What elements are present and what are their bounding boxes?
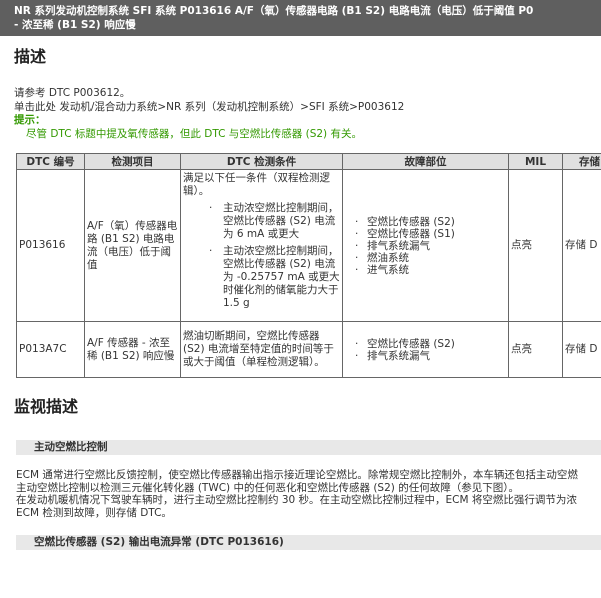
dtc-code-cell: P013A7C xyxy=(16,321,85,378)
page-title-line2: - 浓至稀 (B1 S2) 响应慢 xyxy=(14,19,136,31)
detection-item-cell: A/F（氧）传感器电路 (B1 S2) 电路电流（电压）低于阈值 xyxy=(84,169,181,322)
condition-intro: 满足以下任一条件（双程检测逻辑）。 xyxy=(183,172,330,197)
trouble-area-item: 燃油系统 xyxy=(345,252,506,264)
table-header-row: DTC 编号 检测项目 DTC 检测条件 故障部位 MIL 存储 xyxy=(16,153,601,170)
trouble-area-item: 空燃比传感器 (S1) xyxy=(345,228,506,240)
table-row: P013616 A/F（氧）传感器电路 (B1 S2) 电路电流（电压）低于阈值… xyxy=(16,169,601,322)
description-heading: 描述 xyxy=(14,47,47,66)
reference-text: 请参考 DTC P003612。 xyxy=(14,87,131,99)
dtc-table: DTC 编号 检测项目 DTC 检测条件 故障部位 MIL 存储 P013616… xyxy=(16,153,601,378)
subsection-sensor-output-abnormal: 空燃比传感器 (S2) 输出电流异常 (DTC P013616) xyxy=(16,535,601,550)
monitor-heading: 监视描述 xyxy=(14,397,79,416)
monitor-text-line: 主动空燃比控制以检测三元催化转化器 (TWC) 中的任何恶化和空燃比传感器 (S… xyxy=(16,481,519,494)
trouble-area-item: 排气系统漏气 xyxy=(345,350,506,362)
monitor-text-line: ECM 检测到故障，则存储 DTC。 xyxy=(16,506,172,519)
column-header-dtc-code: DTC 编号 xyxy=(16,153,85,170)
hint-label: 提示： xyxy=(14,114,46,126)
column-header-memory: 存储 xyxy=(562,153,601,170)
trouble-area-cell: 空燃比传感器 (S2) 空燃比传感器 (S1) 排气系统漏气 燃油系统 进气系统 xyxy=(342,169,509,322)
trouble-area-item: 空燃比传感器 (S2) xyxy=(345,338,506,350)
detection-condition-cell: 满足以下任一条件（双程检测逻辑）。 主动浓空燃比控制期间，空燃比传感器 (S2)… xyxy=(180,169,343,322)
subsection-active-air-fuel-control: 主动空燃比控制 xyxy=(16,440,601,455)
column-header-detection-item: 检测项目 xyxy=(84,153,181,170)
trouble-area-item: 空燃比传感器 (S2) xyxy=(345,216,506,228)
condition-item: 主动浓空燃比控制期间，空燃比传感器 (S2) 电流为 -0.25757 mA 或… xyxy=(183,245,340,310)
detection-item-cell: A/F 传感器 - 浓至稀 (B1 S2) 响应慢 xyxy=(84,321,181,378)
column-header-mil: MIL xyxy=(508,153,563,170)
trouble-area-item: 排气系统漏气 xyxy=(345,240,506,252)
navigation-link[interactable]: 单击此处 发动机/混合动力系统>NR 系列（发动机控制系统）>SFI 系统>P0… xyxy=(0,100,601,114)
memory-cell: 存储 D xyxy=(562,169,601,322)
monitor-text-line: 在发动机暖机情况下驾驶车辆时，进行主动空燃比控制约 30 秒。在主动空燃比控制过… xyxy=(16,494,577,506)
trouble-area-item: 进气系统 xyxy=(345,264,506,276)
page-title-line1: NR 系列发动机控制系统 SFI 系统 P013616 A/F（氧）传感器电路 … xyxy=(14,5,534,17)
detection-condition-cell: 燃油切断期间，空燃比传感器 (S2) 电流增至特定值的时间等于或大于阈值（单程检… xyxy=(180,321,343,378)
column-header-trouble-area: 故障部位 xyxy=(342,153,509,170)
condition-item: 主动浓空燃比控制期间，空燃比传感器 (S2) 电流为 6 mA 或更大 xyxy=(183,202,340,241)
column-header-detection-condition: DTC 检测条件 xyxy=(180,153,343,170)
hint-text: 尽管 DTC 标题中提及氧传感器，但此 DTC 与空燃比传感器 (S2) 有关。 xyxy=(26,128,362,140)
mil-cell: 点亮 xyxy=(508,321,563,378)
trouble-area-cell: 空燃比传感器 (S2) 排气系统漏气 xyxy=(342,321,509,378)
page-title-bar: NR 系列发动机控制系统 SFI 系统 P013616 A/F（氧）传感器电路 … xyxy=(0,0,601,36)
mil-cell: 点亮 xyxy=(508,169,563,322)
monitor-text-line: ECM 通常进行空燃比反馈控制，使空燃比传感器输出指示接近理论空燃比。除常规空燃… xyxy=(16,469,578,481)
dtc-code-cell: P013616 xyxy=(16,169,85,322)
memory-cell: 存储 D xyxy=(562,321,601,378)
table-row: P013A7C A/F 传感器 - 浓至稀 (B1 S2) 响应慢 燃油切断期间… xyxy=(16,321,601,378)
